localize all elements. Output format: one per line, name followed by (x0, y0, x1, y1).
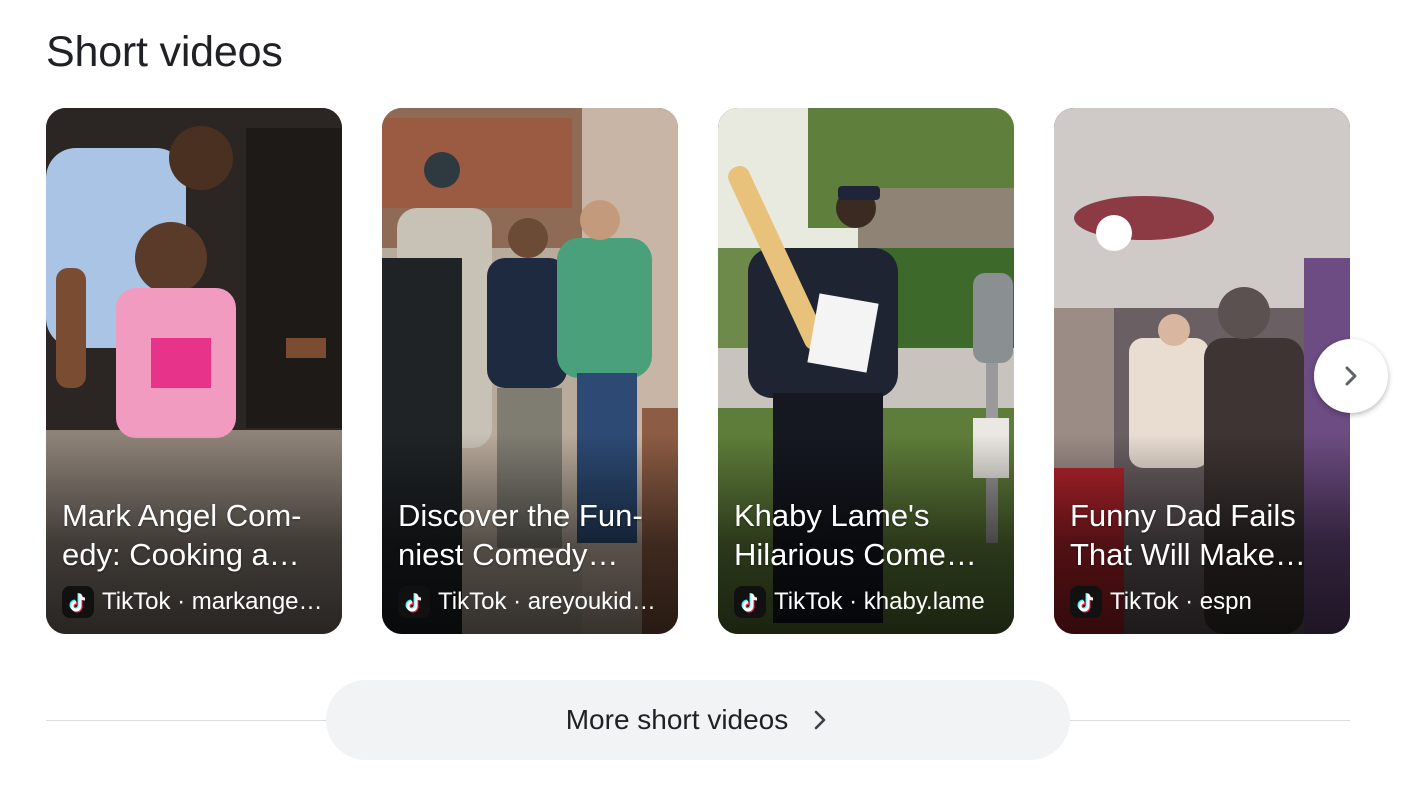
video-card-3[interactable]: Khaby Lame's Hilarious Come… TikTok · kh… (718, 108, 1014, 634)
meta-separator: · (177, 588, 186, 615)
video-source-account: khaby.lame (863, 588, 985, 615)
video-title: Funny Dad Fails That Will Make… (1070, 498, 1306, 572)
video-title: Discover the Fun-niest Comedy… (398, 498, 643, 572)
meta-separator: · (1185, 588, 1194, 615)
video-source-account: areyoukid… (527, 588, 656, 615)
video-source-account: markange… (191, 588, 323, 615)
video-title: Mark Angel Com-edy: Cooking a… (62, 498, 302, 572)
video-source-platform: TikTok (1110, 588, 1179, 615)
divider-right (1070, 720, 1350, 721)
video-card-1[interactable]: Mark Angel Com-edy: Cooking a… TikTok · … (46, 108, 342, 634)
carousel-next-button[interactable] (1314, 339, 1388, 413)
meta-separator: · (513, 588, 522, 615)
tiktok-icon (398, 586, 430, 618)
video-card-4[interactable]: Funny Dad Fails That Will Make… TikTok ·… (1054, 108, 1350, 634)
chevron-right-icon (814, 710, 826, 730)
more-short-videos-label: More short videos (565, 704, 789, 735)
video-card-2[interactable]: Discover the Fun-niest Comedy… TikTok · … (382, 108, 678, 634)
tiktok-icon (1070, 586, 1102, 618)
video-source-platform: TikTok (102, 588, 171, 615)
chevron-right-icon (1345, 366, 1357, 386)
video-source-platform: TikTok (438, 588, 507, 615)
section-title: Short videos (46, 28, 283, 76)
divider-left (46, 720, 326, 721)
video-source-account: espn (1199, 588, 1252, 615)
video-source-platform: TikTok (774, 588, 843, 615)
meta-separator: · (849, 588, 858, 615)
more-short-videos-button[interactable]: More short videos (326, 680, 1070, 760)
tiktok-icon (734, 586, 766, 618)
video-title: Khaby Lame's Hilarious Come… (734, 498, 977, 572)
tiktok-icon (62, 586, 94, 618)
